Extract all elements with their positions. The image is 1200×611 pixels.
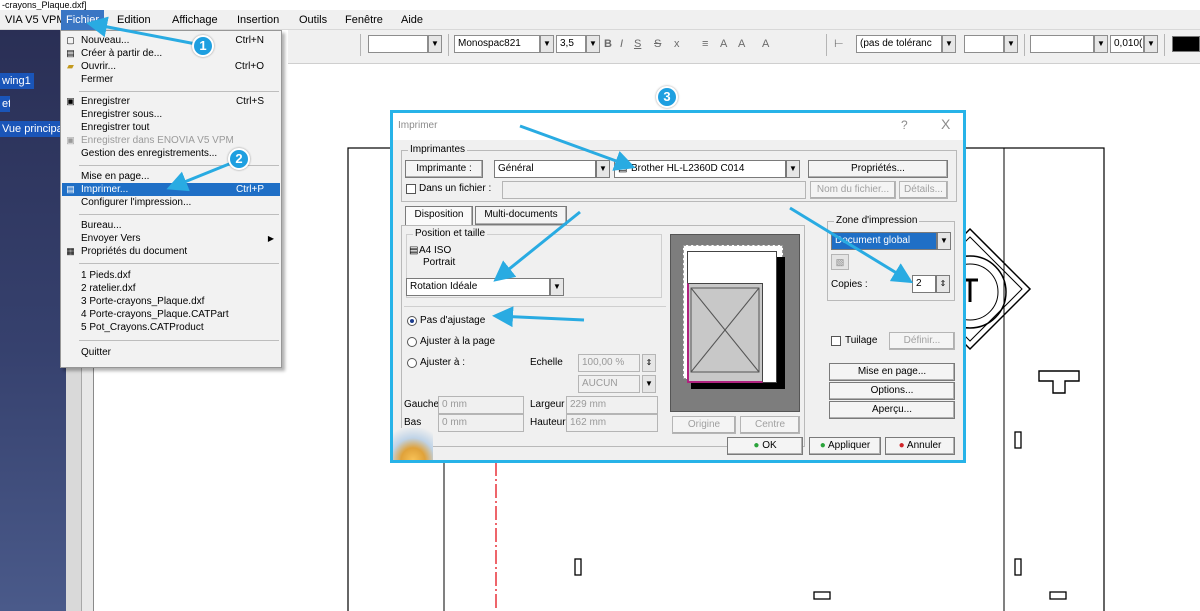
callout-3: 3 — [656, 86, 678, 108]
arrow-to-rotation — [493, 210, 581, 282]
callout-1: 1 — [192, 35, 214, 57]
arrow-to-printer — [519, 124, 636, 171]
arrow-to-print-item — [166, 160, 235, 192]
arrow-to-fit-none — [492, 306, 585, 328]
arrow-to-menu — [86, 16, 197, 46]
callout-2: 2 — [228, 148, 250, 170]
annotation-layer — [86, 16, 914, 328]
arrow-to-copies — [789, 206, 914, 284]
